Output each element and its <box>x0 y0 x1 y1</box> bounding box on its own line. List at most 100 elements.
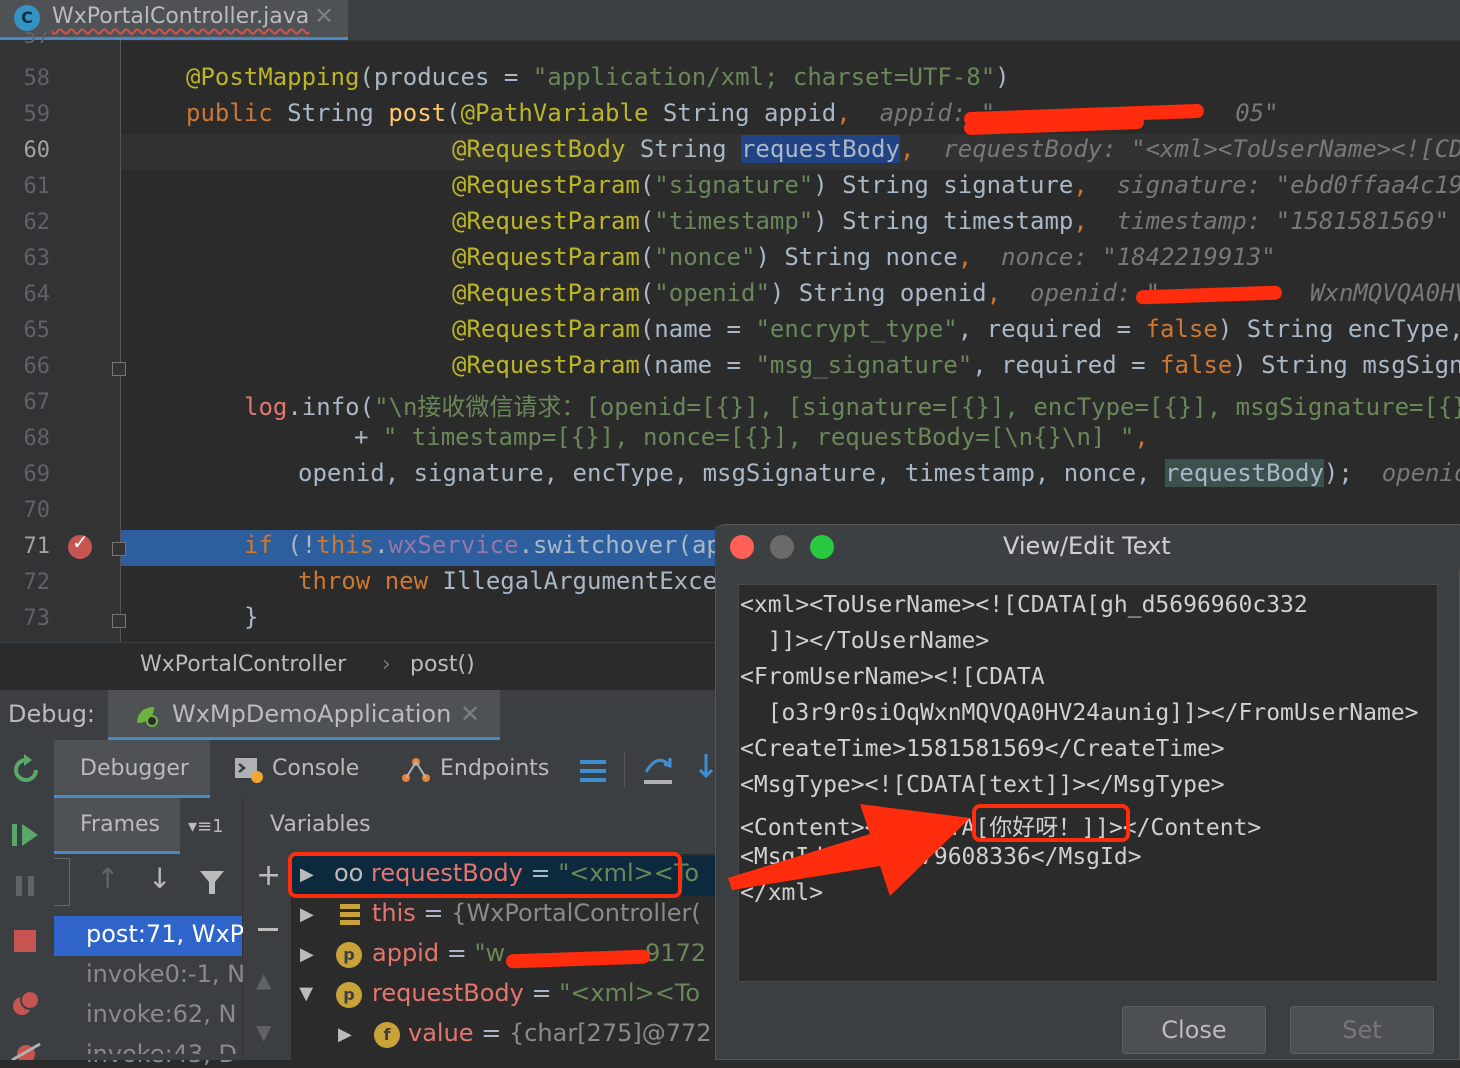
variable-value: "<xml><To <box>559 979 701 1007</box>
close-button[interactable]: Close <box>1122 1006 1266 1054</box>
chevron-right-icon: › <box>382 652 391 677</box>
keyword: throw new <box>298 567 443 595</box>
tab-variables[interactable]: Variables <box>270 812 371 837</box>
code-token: (name = <box>639 351 756 379</box>
window-close-icon[interactable] <box>730 535 754 559</box>
tab-console[interactable]: Console <box>272 756 359 781</box>
code-token: . <box>374 531 389 559</box>
string-literal: "timestamp" <box>654 207 814 235</box>
variable-eq: = <box>439 939 475 967</box>
code-line-60[interactable]: @RequestBody String requestBody, request… <box>452 135 1460 163</box>
code-token: .info( <box>287 393 375 421</box>
code-token: String appid <box>648 99 837 127</box>
console-icon[interactable] <box>234 756 264 784</box>
table-row[interactable]: this = {WxPortalController( <box>372 899 701 927</box>
toolbar-separator <box>624 752 625 788</box>
fold-marker-icon[interactable] <box>112 542 126 556</box>
set-button[interactable]: Set <box>1290 1006 1434 1054</box>
tab-endpoints[interactable]: Endpoints <box>440 756 549 781</box>
annotation: @RequestBody <box>452 135 626 163</box>
show-execution-point-icon[interactable] <box>580 760 606 782</box>
text-line: ]]></ToUserName> <box>740 628 990 654</box>
step-over-icon[interactable] <box>642 752 674 786</box>
arrow-up-icon[interactable]: ↑ <box>96 862 119 895</box>
expand-arrow-icon[interactable]: ▶ <box>338 1024 352 1045</box>
line-number: 66 <box>23 354 51 379</box>
code-line-66[interactable]: @RequestParam(name = "msg_signature", re… <box>452 351 1460 379</box>
variable-name: value <box>408 1019 474 1047</box>
move-down-icon[interactable]: ▼ <box>256 1020 271 1044</box>
line-number: 69 <box>23 462 51 487</box>
line-number: 59 <box>23 102 51 127</box>
filter-icon[interactable] <box>198 868 226 896</box>
annotation-highlight-box <box>288 852 682 898</box>
threads-filter-icon[interactable]: ▾≡1 <box>188 816 224 837</box>
code-line-62[interactable]: @RequestParam("timestamp") String timest… <box>452 207 1449 235</box>
variable-value: {char[275]@772 <box>508 1019 712 1047</box>
window-minimize-icon[interactable] <box>770 535 794 559</box>
text-line: <FromUserName><![CDATA <box>740 664 1045 690</box>
inline-value-hint: openid: <box>1381 459 1460 487</box>
object-icon <box>340 904 360 926</box>
resume-icon[interactable] <box>10 820 42 850</box>
arrow-down-icon[interactable]: ↓ <box>148 862 171 895</box>
code-line-71[interactable]: if (!this.wxService.switchover(app <box>244 531 735 559</box>
highlighted-identifier[interactable]: requestBody <box>1164 459 1324 487</box>
code-line-63[interactable]: @RequestParam("nonce") String nonce, non… <box>452 243 1276 271</box>
keyword: if <box>244 531 288 559</box>
code-line-68[interactable]: + " timestamp=[{}], nonce=[{}], requestB… <box>354 423 1149 451</box>
text-line: [o3r9r0siOqWxnMQVQA0HV24aunig]]></FromUs… <box>740 700 1419 726</box>
breadcrumb-method[interactable]: post() <box>410 652 475 677</box>
expand-arrow-icon[interactable]: ▶ <box>300 944 314 965</box>
debug-session-label[interactable]: WxMpDemoApplication <box>172 700 451 728</box>
code-token: , <box>1073 207 1088 235</box>
annotation: @PathVariable <box>460 99 649 127</box>
table-row[interactable]: value = {char[275]@772 <box>408 1019 712 1047</box>
code-line-67[interactable]: log.info("\n接收微信请求：[openid=[{}], [signat… <box>244 387 1460 422</box>
code-line-61[interactable]: @RequestParam("signature") String signat… <box>452 171 1460 199</box>
list-item[interactable]: invoke:62, N <box>86 1000 236 1028</box>
step-into-icon[interactable] <box>696 752 714 786</box>
threads-filter-label: ≡1 <box>197 816 224 837</box>
tab-debugger-label[interactable]: Debugger <box>80 756 189 781</box>
keyword: this <box>316 531 375 559</box>
code-line-65[interactable]: @RequestParam(name = "encrypt_type", req… <box>452 315 1460 343</box>
expand-arrow-icon[interactable]: ▶ <box>300 904 314 925</box>
code-line-73[interactable]: } <box>244 603 258 631</box>
rerun-icon[interactable] <box>10 754 42 786</box>
code-line-72[interactable]: throw new IllegalArgumentExcep <box>298 567 731 595</box>
stop-icon[interactable] <box>14 930 36 952</box>
java-class-icon: C <box>14 5 40 31</box>
add-watch-icon[interactable]: + <box>256 858 281 893</box>
breadcrumb-class[interactable]: WxPortalController <box>140 652 346 677</box>
variable-value: 9172 <box>645 939 707 967</box>
selected-identifier[interactable]: requestBody <box>740 135 900 163</box>
tab-frames-label[interactable]: Frames <box>80 812 160 837</box>
close-icon[interactable]: ✕ <box>314 2 334 30</box>
inline-value-hint: 05" <box>1235 99 1279 127</box>
mute-breakpoints-icon[interactable] <box>10 1040 42 1060</box>
move-up-icon[interactable]: ▲ <box>256 968 271 992</box>
code-line-58[interactable]: @PostMapping(produces = "application/xml… <box>186 63 1010 91</box>
code-line-69[interactable]: openid, signature, encType, msgSignature… <box>298 459 1460 487</box>
fold-marker-icon[interactable] <box>112 614 126 628</box>
endpoints-icon[interactable] <box>400 754 432 786</box>
tab-label[interactable]: WxPortalController.java <box>52 4 309 29</box>
code-token: ) String msgSignat <box>1232 351 1460 379</box>
window-maximize-icon[interactable] <box>810 535 834 559</box>
list-item[interactable]: invoke0:-1, N <box>86 960 245 988</box>
thread-selector[interactable] <box>54 858 70 906</box>
list-item[interactable]: post:71, WxP <box>86 920 244 948</box>
close-icon[interactable]: ✕ <box>460 700 480 728</box>
collapse-arrow-icon[interactable]: ▶ <box>296 988 317 1002</box>
debug-label: Debug: <box>8 700 96 728</box>
code-token: ( <box>639 207 655 235</box>
view-breakpoints-icon[interactable] <box>10 988 42 1020</box>
code-line-64[interactable]: @RequestParam("openid") String openid, o… <box>452 279 1460 307</box>
code-token: , <box>957 243 973 271</box>
variable-eq: = <box>523 979 560 1007</box>
pause-icon[interactable] <box>12 872 40 900</box>
remove-watch-icon[interactable] <box>258 928 278 931</box>
fold-marker-icon[interactable] <box>112 362 126 376</box>
table-row[interactable]: requestBody = "<xml><To <box>372 979 700 1007</box>
